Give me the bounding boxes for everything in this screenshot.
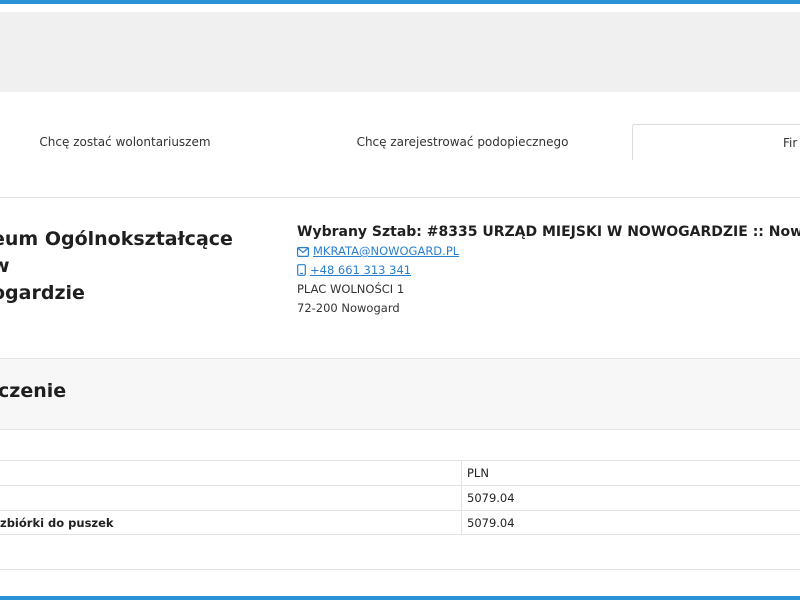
school-name: eum Ogólnokształcące w ogardzie: [0, 226, 252, 307]
table-row: zbiórki do puszek 5079.04: [0, 510, 800, 535]
row-label: [0, 461, 462, 485]
email-link[interactable]: MKRATA@NOWOGARD.PL: [313, 244, 459, 258]
row-value: 5079.04: [467, 491, 515, 505]
divider: [0, 569, 800, 570]
divider: [0, 197, 800, 198]
table-row: PLN: [0, 460, 800, 485]
school-name-line2: ogardzie: [0, 282, 85, 304]
settlement-table: PLN 5079.04 zbiórki do puszek 5079.04: [0, 460, 800, 535]
tab-firm[interactable]: Fir: [632, 124, 800, 160]
browser-frame: Chcę zostać wolontariuszem Chcę zarejest…: [0, 0, 800, 600]
school-name-line1: eum Ogólnokształcące w: [0, 228, 233, 277]
address-city: 72-200 Nowogard: [297, 301, 400, 315]
tab-bar: Chcę zostać wolontariuszem Chcę zarejest…: [0, 124, 800, 160]
settlement-header: czenie: [0, 358, 800, 430]
phone-row: +48 661 313 341: [297, 263, 800, 278]
table-row: 5079.04: [0, 485, 800, 510]
headquarters-title: Wybrany Sztab: #8335 URZĄD MIEJSKI W NOW…: [297, 224, 800, 240]
row-value: PLN: [467, 466, 489, 480]
header-band: [0, 12, 800, 92]
address-street: PLAC WOLNOŚCI 1: [297, 282, 405, 296]
phone-icon: [297, 264, 306, 279]
tab-volunteer[interactable]: Chcę zostać wolontariuszem: [0, 124, 250, 160]
email-icon: [297, 246, 310, 260]
email-row: MKRATA@NOWOGARD.PL: [297, 244, 800, 259]
headquarters-info: Wybrany Sztab: #8335 URZĄD MIEJSKI W NOW…: [297, 224, 800, 316]
row-label: zbiórki do puszek: [0, 511, 462, 535]
settlement-title: czenie: [0, 380, 67, 402]
phone-link[interactable]: +48 661 313 341: [310, 263, 411, 277]
tab-register-recipient[interactable]: Chcę zarejestrować podopiecznego: [330, 124, 595, 160]
row-label: [0, 486, 462, 510]
row-value: 5079.04: [467, 516, 515, 530]
